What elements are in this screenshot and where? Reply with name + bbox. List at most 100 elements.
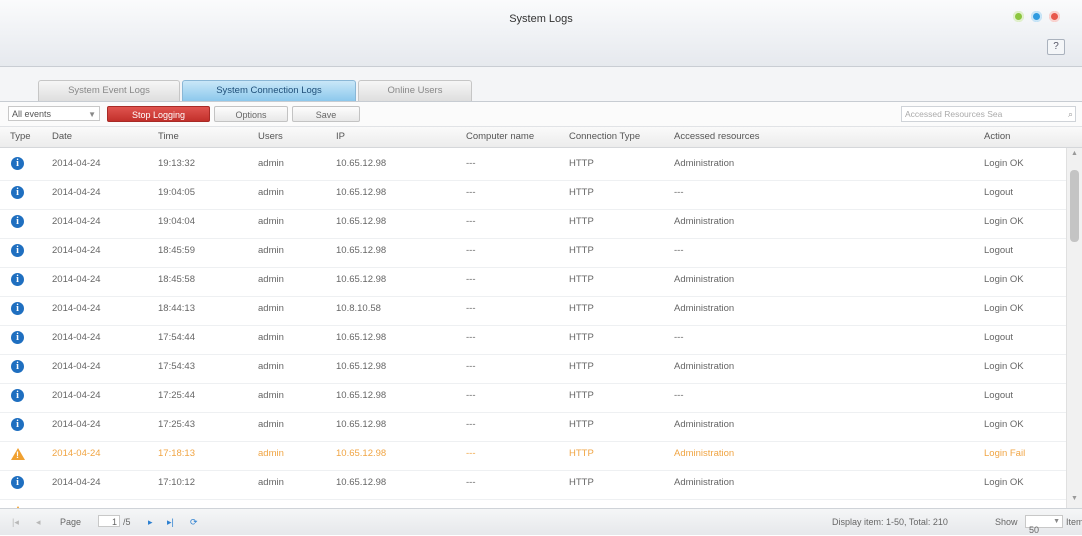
table-header: Type Date Time Users IP Computer name Co… <box>0 127 1082 148</box>
cell-time: 17:54:43 <box>158 361 195 372</box>
tab-bar: System Event Logs System Connection Logs… <box>0 67 1082 102</box>
cell-user: admin <box>258 245 284 256</box>
cell-date: 2014-04-24 <box>52 448 101 459</box>
search-input[interactable]: Accessed Resources Sea ⌕ <box>901 106 1076 122</box>
cell-connection: HTTP <box>569 419 594 430</box>
cell-user: admin <box>258 158 284 169</box>
maximize-icon[interactable] <box>1031 11 1042 22</box>
cell-resource: Administration <box>674 477 735 488</box>
event-filter-select[interactable]: All events ▼ <box>8 106 100 121</box>
cell-user: admin <box>258 274 284 285</box>
cell-connection: HTTP <box>569 187 594 198</box>
table-row-partial[interactable] <box>0 496 1066 508</box>
items-label: Items <box>1066 517 1082 527</box>
cell-user: admin <box>258 332 284 343</box>
items-per-page-select[interactable]: 50 ▼ <box>1025 515 1063 535</box>
chevron-down-icon: ▼ <box>88 110 96 119</box>
scrollbar-thumb[interactable] <box>1070 170 1079 242</box>
pagination-bar: |◂ ◂ Page 1 /5 ▸ ▸| ⟳ Display item: 1-50… <box>0 508 1082 535</box>
tab-system-event-logs[interactable]: System Event Logs <box>38 80 180 101</box>
column-header-connection-type[interactable]: Connection Type <box>569 131 640 142</box>
cell-date: 2014-04-24 <box>52 245 101 256</box>
cell-resource: Administration <box>674 361 735 372</box>
info-icon: i <box>11 331 24 344</box>
column-header-time[interactable]: Time <box>158 131 179 142</box>
scroll-down-icon[interactable]: ▼ <box>1071 495 1078 502</box>
cell-resource: Administration <box>674 419 735 430</box>
page-number-input[interactable]: 1 <box>98 515 120 527</box>
column-header-computer-name[interactable]: Computer name <box>466 131 534 142</box>
cell-time: 18:45:58 <box>158 274 195 285</box>
cell-ip: 10.8.10.58 <box>336 303 381 314</box>
cell-resource: Administration <box>674 216 735 227</box>
info-icon: i <box>11 244 24 257</box>
warning-icon <box>11 448 25 462</box>
cell-ip: 10.65.12.98 <box>336 158 387 169</box>
cell-computer: --- <box>466 361 476 372</box>
cell-action: Login OK <box>984 216 1024 227</box>
cell-connection: HTTP <box>569 245 594 256</box>
cell-time: 19:13:32 <box>158 158 195 169</box>
cell-date: 2014-04-24 <box>52 274 101 285</box>
cell-computer: --- <box>466 187 476 198</box>
vertical-scrollbar[interactable]: ▲ ▼ <box>1066 148 1082 508</box>
cell-resource: --- <box>674 187 684 198</box>
window-title: System Logs <box>509 13 573 25</box>
cell-ip: 10.65.12.98 <box>336 419 387 430</box>
cell-ip: 10.65.12.98 <box>336 390 387 401</box>
info-icon: i <box>11 302 24 315</box>
stop-logging-button[interactable]: Stop Logging <box>107 106 210 122</box>
cell-date: 2014-04-24 <box>52 361 101 372</box>
cell-connection: HTTP <box>569 448 594 459</box>
show-label: Show <box>995 517 1018 527</box>
minimize-icon[interactable] <box>1013 11 1024 22</box>
column-header-users[interactable]: Users <box>258 131 283 142</box>
help-button[interactable]: ? <box>1047 39 1065 55</box>
scroll-up-icon[interactable]: ▲ <box>1071 150 1078 157</box>
cell-action: Logout <box>984 245 1014 256</box>
close-icon[interactable] <box>1049 11 1060 22</box>
cell-computer: --- <box>466 216 476 227</box>
search-icon[interactable]: ⌕ <box>1068 107 1073 121</box>
tab-online-users[interactable]: Online Users <box>358 80 472 101</box>
cell-date: 2014-04-24 <box>52 187 101 198</box>
cell-date: 2014-04-24 <box>52 303 101 314</box>
options-button[interactable]: Options <box>214 106 288 122</box>
cell-user: admin <box>258 303 284 314</box>
cell-time: 19:04:04 <box>158 216 195 227</box>
column-header-action[interactable]: Action <box>984 131 1010 142</box>
column-header-ip[interactable]: IP <box>336 131 345 142</box>
page-label: Page <box>60 517 82 527</box>
cell-date: 2014-04-24 <box>52 332 101 343</box>
prev-page-icon[interactable]: ◂ <box>36 517 41 528</box>
save-button[interactable]: Save <box>292 106 360 122</box>
cell-date: 2014-04-24 <box>52 419 101 430</box>
page-total: /5 <box>123 517 131 527</box>
column-header-accessed-resources[interactable]: Accessed resources <box>674 131 760 142</box>
cell-action: Login Fail <box>984 448 1026 459</box>
last-page-icon[interactable]: ▸| <box>167 517 174 528</box>
cell-ip: 10.65.12.98 <box>336 477 387 488</box>
cell-user: admin <box>258 187 284 198</box>
toolbar: All events ▼ Stop Logging Options Save A… <box>0 102 1082 127</box>
cell-computer: --- <box>466 158 476 169</box>
cell-user: admin <box>258 390 284 401</box>
cell-ip: 10.65.12.98 <box>336 361 387 372</box>
info-icon: i <box>11 186 24 199</box>
first-page-icon[interactable]: |◂ <box>12 517 19 528</box>
cell-user: admin <box>258 448 284 459</box>
cell-connection: HTTP <box>569 216 594 227</box>
tab-system-connection-logs[interactable]: System Connection Logs <box>182 80 356 101</box>
cell-time: 17:54:44 <box>158 332 195 343</box>
column-header-date[interactable]: Date <box>52 131 72 142</box>
cell-ip: 10.65.12.98 <box>336 216 387 227</box>
cell-date: 2014-04-24 <box>52 390 101 401</box>
column-header-type[interactable]: Type <box>10 131 31 142</box>
window-titlebar: System Logs ? <box>0 0 1082 67</box>
refresh-icon[interactable]: ⟳ <box>190 517 198 528</box>
next-page-icon[interactable]: ▸ <box>148 517 153 528</box>
cell-resource: Administration <box>674 303 735 314</box>
cell-user: admin <box>258 361 284 372</box>
cell-computer: --- <box>466 448 476 459</box>
cell-action: Login OK <box>984 158 1024 169</box>
